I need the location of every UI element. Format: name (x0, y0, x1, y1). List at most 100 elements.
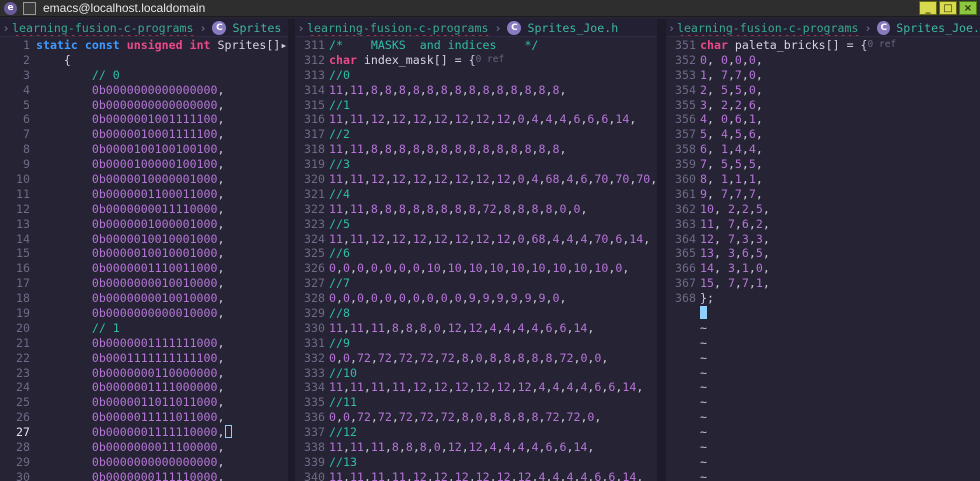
code-line[interactable]: ~ (666, 351, 980, 366)
code-line[interactable]: 338 11,11,11,8,8,8,0,12,12,4,4,4,4,6,6,14… (295, 440, 657, 455)
code-line[interactable]: 18 0b0000000010010000, (0, 291, 288, 306)
code-line[interactable]: 333 //10 (295, 366, 657, 381)
code-line[interactable]: 25 0b0000011011011000, (0, 395, 288, 410)
code-line[interactable]: ~ (666, 425, 980, 440)
code-line[interactable]: 320 11,11,12,12,12,12,12,12,12,0,4,68,4,6… (295, 172, 657, 187)
breadcrumb-file[interactable]: Sprites_Joe.h (527, 21, 618, 35)
code-area[interactable]: 351 char paleta_bricks[] = {0 ref 352 0, 0,… (666, 37, 980, 481)
code-line[interactable]: 313 //0 (295, 68, 657, 83)
code-line[interactable]: 311 /* MASKS and indices */ (295, 38, 657, 53)
code-line[interactable]: 357 5, 4,5,6, (666, 127, 980, 142)
code-line[interactable]: 8 0b0000100100100100, (0, 142, 288, 157)
code-line[interactable]: 366 14, 3,1,0, (666, 261, 980, 276)
code-line[interactable]: 361 9, 7,7,7, (666, 187, 980, 202)
code-line[interactable]: ~ (666, 366, 980, 381)
code-line[interactable]: 11 0b0000001100011000, (0, 187, 288, 202)
code-line[interactable]: 326 0,0,0,0,0,0,0,10,10,10,10,10,10,10,10… (295, 261, 657, 276)
code-line[interactable]: 1 static const unsigned int Sprites[] ▸ (0, 38, 288, 53)
breadcrumb-project[interactable]: learning-fusion-c-programs (12, 21, 193, 35)
code-line[interactable]: 29 0b0000000000000000, (0, 455, 288, 470)
code-line[interactable]: 368}; (666, 291, 980, 306)
code-line[interactable]: 358 6, 1,4,4, (666, 142, 980, 157)
code-line[interactable]: 12 0b0000000011110000, (0, 202, 288, 217)
code-line[interactable]: 22 0b0001111111111100, (0, 351, 288, 366)
close-button[interactable]: × (959, 1, 977, 15)
code-line[interactable]: 316 11,11,12,12,12,12,12,12,12,0,4,4,4,6,… (295, 112, 657, 127)
code-line[interactable]: 364 12, 7,3,3, (666, 232, 980, 247)
code-line[interactable]: 5 0b0000000000000000, (0, 98, 288, 113)
code-line[interactable]: 27 0b0000001111110000, (0, 425, 288, 440)
breadcrumb-file[interactable]: Sprites (232, 21, 281, 35)
code-line[interactable]: 353 1, 7,7,0, (666, 68, 980, 83)
editor-pane-right[interactable]: › learning-fusion-c-programs › C Sprites_Joe… (666, 19, 980, 481)
code-area[interactable]: 311 /* MASKS and indices */ 312 char index_… (295, 37, 657, 481)
code-line[interactable]: 363 11, 7,6,2, (666, 217, 980, 232)
code-line[interactable]: 15 0b0000010010001000, (0, 246, 288, 261)
code-line[interactable]: ~ (666, 395, 980, 410)
code-line[interactable]: 365 13, 3,6,5, (666, 246, 980, 261)
code-line[interactable]: 360 8, 1,1,1, (666, 172, 980, 187)
code-line[interactable]: 3 // 0 (0, 68, 288, 83)
code-line[interactable]: 4 0b0000000000000000, (0, 83, 288, 98)
code-line[interactable]: 352 0, 0,0,0, (666, 53, 980, 68)
code-line[interactable]: 14 0b0000010010001000, (0, 232, 288, 247)
code-line[interactable]: 327 //7 (295, 276, 657, 291)
code-line[interactable]: ~ (666, 455, 980, 470)
code-line[interactable]: 332 0,0,72,72,72,72,72,8,0,8,8,8,8,8,72,0… (295, 351, 657, 366)
code-line[interactable]: 318 11,11,8,8,8,8,8,8,8,8,8,8,8,8,8,8, (295, 142, 657, 157)
code-line[interactable]: 335 //11 (295, 395, 657, 410)
code-line[interactable]: 314 11,11,8,8,8,8,8,8,8,8,8,8,8,8,8,8, (295, 83, 657, 98)
code-line[interactable]: 28 0b0000000011100000, (0, 440, 288, 455)
code-line[interactable]: 9 0b0000100000100100, (0, 157, 288, 172)
code-line[interactable]: 329 //8 (295, 306, 657, 321)
code-line[interactable]: 21 0b0000001111111000, (0, 336, 288, 351)
code-line[interactable]: 359 7, 5,5,5, (666, 157, 980, 172)
code-line[interactable]: 319 //3 (295, 157, 657, 172)
window-divider[interactable] (657, 19, 666, 481)
code-line[interactable]: 2 { (0, 53, 288, 68)
code-line[interactable]: ~ (666, 410, 980, 425)
breadcrumb-file[interactable]: Sprites_Joe. (896, 21, 980, 35)
code-line[interactable]: 312 char index_mask[] = {0 ref (295, 53, 657, 68)
code-line[interactable]: 356 4, 0,6,1, (666, 112, 980, 127)
code-line[interactable] (666, 306, 980, 321)
code-line[interactable]: 20 // 1 (0, 321, 288, 336)
code-line[interactable]: 17 0b0000000010010000, (0, 276, 288, 291)
window-menu-icon[interactable] (23, 1, 36, 15)
code-line[interactable]: ~ (666, 336, 980, 351)
code-line[interactable]: 324 11,11,12,12,12,12,12,12,12,0,68,4,4,4… (295, 232, 657, 247)
reference-count[interactable]: 0 ref (476, 53, 505, 68)
code-line[interactable]: ~ (666, 470, 980, 481)
code-line[interactable]: 26 0b0000011111011000, (0, 410, 288, 425)
code-line[interactable]: 351 char paleta_bricks[] = {0 ref (666, 38, 980, 53)
code-line[interactable]: 13 0b0000001000001000, (0, 217, 288, 232)
maximize-button[interactable]: □ (939, 1, 957, 15)
code-line[interactable]: 23 0b0000000110000000, (0, 366, 288, 381)
code-line[interactable]: ~ (666, 380, 980, 395)
code-line[interactable]: 331 //9 (295, 336, 657, 351)
reference-count[interactable]: 0 ref (868, 38, 897, 53)
code-line[interactable]: 340 11,11,11,11,12,12,12,12,12,12,4,4,4,4… (295, 470, 657, 481)
code-line[interactable]: 339 //13 (295, 455, 657, 470)
code-line[interactable]: ~ (666, 440, 980, 455)
code-area[interactable]: 1 static const unsigned int Sprites[] ▸ 2 {… (0, 37, 288, 481)
code-line[interactable]: 334 11,11,11,11,12,12,12,12,12,12,4,4,4,4… (295, 380, 657, 395)
code-line[interactable]: 328 0,0,0,0,0,0,0,0,0,0,9,9,9,9,9,9,0, (295, 291, 657, 306)
window-divider[interactable] (288, 19, 295, 481)
code-line[interactable]: 336 0,0,72,72,72,72,72,8,0,8,8,8,8,72,72,… (295, 410, 657, 425)
code-line[interactable]: 323 //5 (295, 217, 657, 232)
code-line[interactable]: 7 0b0000010001111100, (0, 127, 288, 142)
code-line[interactable]: 19 0b0000000000010000, (0, 306, 288, 321)
code-line[interactable]: 325 //6 (295, 246, 657, 261)
code-line[interactable]: 30 0b0000000111110000, (0, 470, 288, 481)
code-line[interactable]: 16 0b0000001110011000, (0, 261, 288, 276)
code-line[interactable]: 367 15, 7,7,1, (666, 276, 980, 291)
code-line[interactable]: 362 10, 2,2,5, (666, 202, 980, 217)
code-line[interactable]: 322 11,11,8,8,8,8,8,8,8,8,72,8,8,8,8,0,0, (295, 202, 657, 217)
code-line[interactable]: 10 0b0000010000001000, (0, 172, 288, 187)
code-line[interactable]: 24 0b0000001111000000, (0, 380, 288, 395)
code-line[interactable]: ~ (666, 321, 980, 336)
editor-pane-middle[interactable]: › learning-fusion-c-programs › C Sprites_Joe… (295, 19, 657, 481)
code-line[interactable]: 315 //1 (295, 98, 657, 113)
minimize-button[interactable]: _ (919, 1, 937, 15)
